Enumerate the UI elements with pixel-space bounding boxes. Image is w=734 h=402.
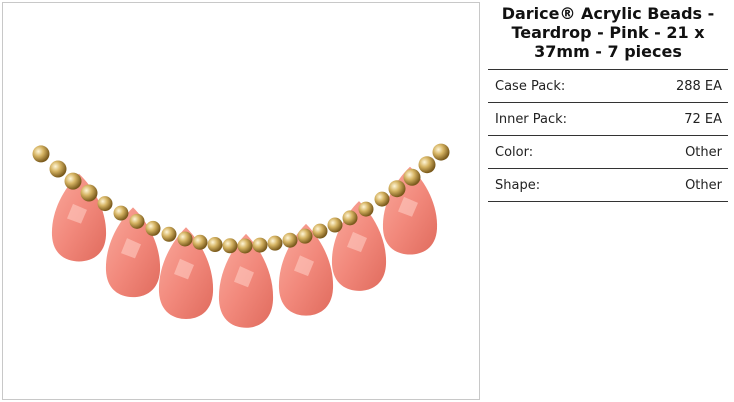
gold-spacer-bead [327, 217, 343, 233]
gold-spacer-bead [252, 237, 268, 253]
spec-row-shape: Shape: Other [488, 169, 728, 202]
gold-spacer-bead [80, 184, 98, 202]
gold-spacer-bead [64, 172, 82, 190]
spec-value: 72 EA [684, 111, 722, 127]
gold-spacer-bead [192, 234, 208, 250]
spec-value: Other [685, 144, 722, 160]
spec-row-case-pack: Case Pack: 288 EA [488, 70, 728, 103]
product-title: Darice® Acrylic Beads - Teardrop - Pink … [501, 4, 715, 61]
spec-row-color: Color: Other [488, 136, 728, 169]
gold-spacer-bead [161, 226, 177, 242]
gold-spacer-bead [222, 238, 238, 254]
gold-spacer-bead [432, 143, 450, 161]
gold-spacer-bead [113, 205, 129, 221]
gold-spacer-bead [312, 223, 328, 239]
gold-spacer-bead [267, 235, 283, 251]
spec-row-inner-pack: Inner Pack: 72 EA [488, 103, 728, 136]
product-photo [32, 143, 450, 328]
gold-spacer-bead [388, 180, 406, 198]
spec-value: 288 EA [675, 78, 722, 94]
gold-spacer-bead [97, 196, 113, 212]
spec-label: Shape: [495, 177, 541, 193]
gold-spacer-bead [418, 156, 436, 174]
gold-spacer-bead [403, 168, 421, 186]
gold-spacer-bead [145, 220, 161, 236]
product-info-panel: Darice® Acrylic Beads - Teardrop - Pink … [488, 4, 728, 202]
spec-value: Other [685, 177, 722, 193]
spec-label: Color: [495, 144, 534, 160]
product-image-frame [2, 2, 480, 400]
gold-spacer-bead [49, 160, 67, 178]
spec-label: Case Pack: [495, 78, 566, 94]
gold-spacer-bead [282, 232, 298, 248]
gold-spacer-bead [32, 145, 50, 163]
gold-spacer-bead [342, 210, 358, 226]
gold-spacer-bead [297, 228, 313, 244]
gold-spacer-bead [207, 237, 223, 253]
gold-spacer-bead [374, 191, 390, 207]
gold-spacer-bead [177, 231, 193, 247]
gold-spacer-bead [237, 238, 253, 254]
gold-spacer-bead [358, 201, 374, 217]
spec-label: Inner Pack: [495, 111, 568, 127]
spec-table: Case Pack: 288 EA Inner Pack: 72 EA Colo… [488, 69, 728, 202]
gold-spacer-bead [129, 213, 145, 229]
